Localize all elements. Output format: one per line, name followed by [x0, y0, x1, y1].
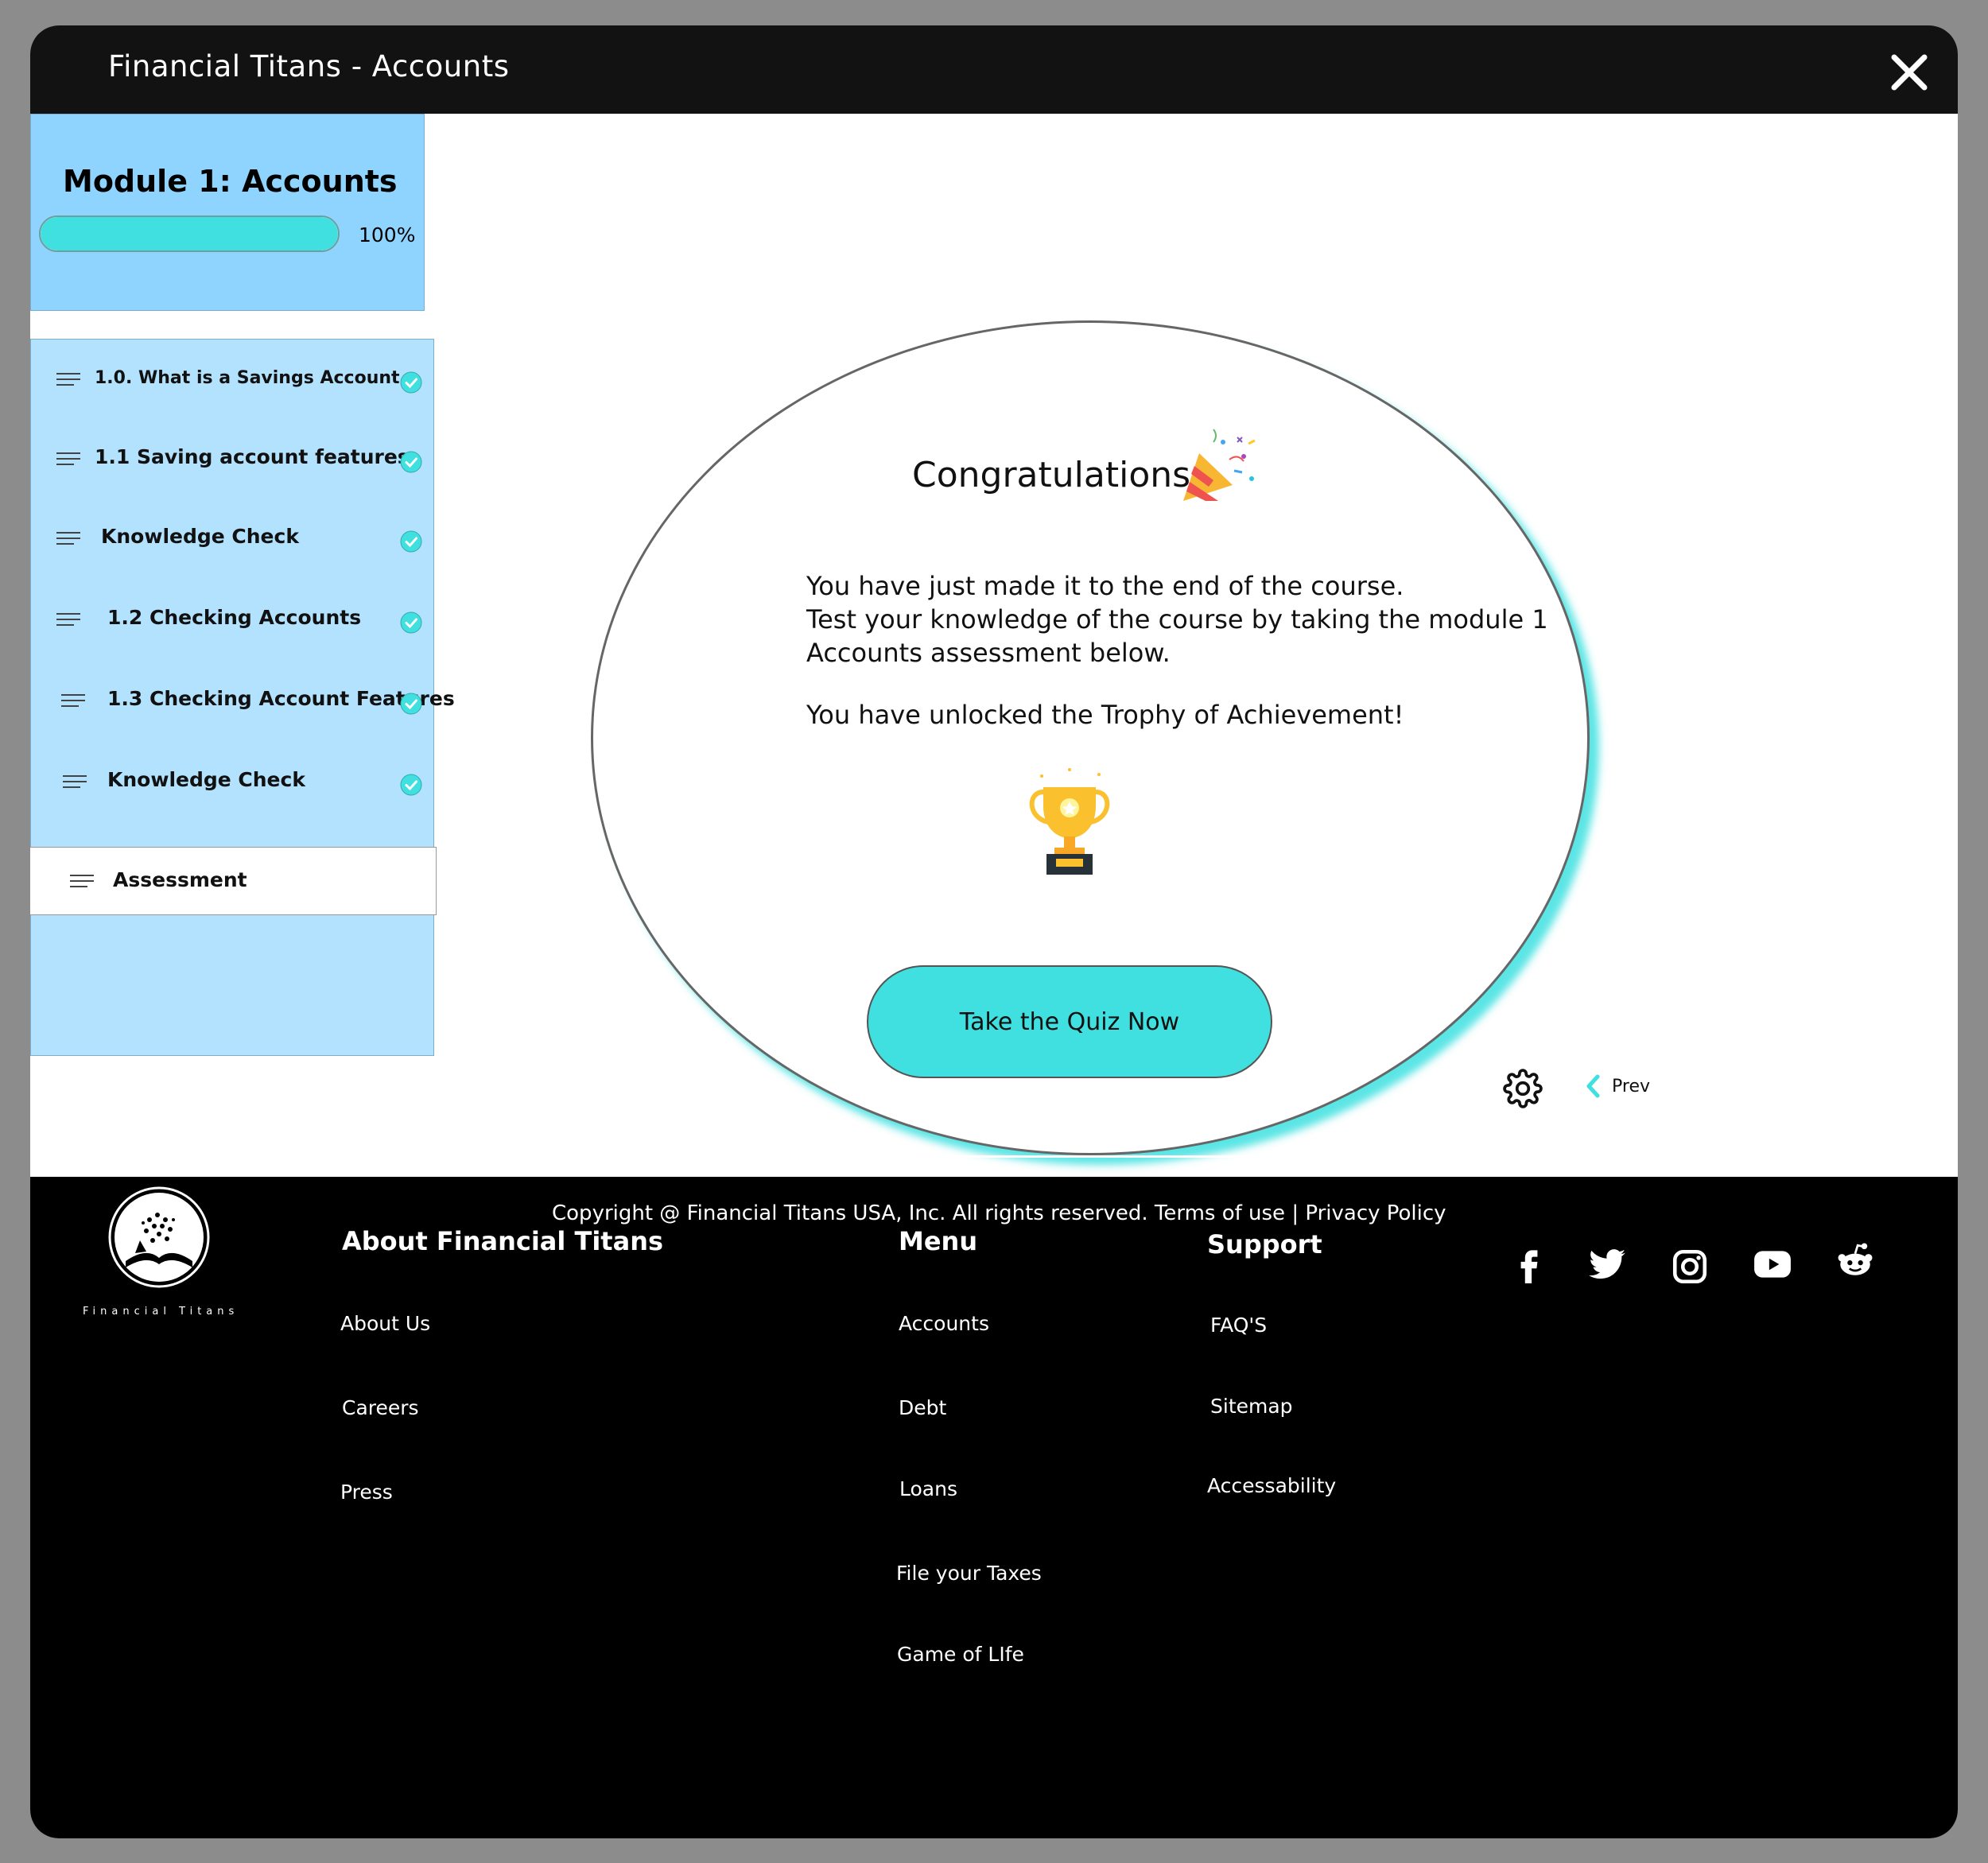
check-circle-icon: [400, 530, 422, 553]
lesson-lines-icon: [56, 532, 80, 545]
module-progress-fill: [41, 217, 338, 250]
support-heading: Support: [1207, 1229, 1322, 1259]
logo-text: Financial Titans: [83, 1306, 239, 1318]
lesson-item[interactable]: 1.2 Checking Accounts: [31, 596, 435, 643]
footer-link-about-us[interactable]: About Us: [340, 1312, 430, 1335]
check-circle-icon: [400, 693, 422, 715]
take-quiz-button[interactable]: Take the Quiz Now: [867, 965, 1272, 1078]
end-of-course-message: You have just made it to the end of the …: [806, 571, 1404, 601]
footer: Financial Titans About Financial Titans …: [30, 1177, 1958, 1838]
twitter-icon[interactable]: [1587, 1244, 1627, 1284]
lesson-lines-icon: [70, 875, 94, 887]
lesson-item[interactable]: 1.3 Checking Account Features: [31, 677, 455, 724]
title-bar: Financial Titans - Accounts: [30, 25, 1958, 114]
module-progress-label: 100%: [359, 223, 416, 246]
test-knowledge-message: Test your knowledge of the course by tak…: [806, 604, 1548, 635]
close-icon[interactable]: [1888, 51, 1931, 94]
footer-link-loans[interactable]: Loans: [899, 1477, 957, 1500]
footer-link-accessability[interactable]: Accessability: [1207, 1474, 1336, 1497]
window-title: Financial Titans - Accounts: [108, 49, 510, 83]
menu-heading: Menu: [899, 1226, 978, 1256]
lesson-label: Assessment: [113, 868, 247, 891]
footer-link-accounts[interactable]: Accounts: [899, 1312, 989, 1335]
assessment-message: Accounts assessment below.: [806, 638, 1171, 668]
lesson-item[interactable]: 1.1 Saving account features: [31, 435, 435, 483]
lesson-lines-icon: [63, 775, 87, 788]
copyright-separator: |: [1291, 1201, 1299, 1225]
footer-link-file-taxes[interactable]: File your Taxes: [896, 1562, 1042, 1585]
prev-button[interactable]: Prev: [1585, 1070, 1650, 1102]
about-heading: About Financial Titans: [342, 1226, 664, 1256]
lesson-label: Knowledge Check: [107, 768, 305, 791]
terms-link[interactable]: Terms of use: [1155, 1201, 1285, 1225]
app-window: Financial Titans - Accounts Module 1: Ac…: [30, 25, 1958, 1838]
lesson-label: Knowledge Check: [101, 525, 299, 548]
footer-link-press[interactable]: Press: [340, 1481, 393, 1504]
financial-titans-logo[interactable]: [107, 1185, 212, 1290]
lesson-item-active[interactable]: Assessment: [30, 847, 437, 915]
gear-icon[interactable]: [1503, 1069, 1543, 1108]
party-popper-icon: [1183, 429, 1256, 501]
lesson-item[interactable]: Knowledge Check: [31, 514, 435, 562]
module-card: Module 1: Accounts 100%: [30, 114, 425, 311]
check-circle-icon: [400, 371, 422, 394]
footer-link-sitemap[interactable]: Sitemap: [1210, 1395, 1293, 1418]
lesson-label: 1.0. What is a Savings Account: [95, 368, 400, 388]
lesson-label: 1.2 Checking Accounts: [107, 606, 362, 629]
trophy-unlock-message: You have unlocked the Trophy of Achievem…: [806, 700, 1404, 730]
chevron-left-icon: [1586, 1074, 1600, 1098]
footer-divider: [266, 1155, 1734, 1158]
lesson-item[interactable]: Knowledge Check: [31, 758, 435, 805]
youtube-icon[interactable]: [1753, 1244, 1792, 1284]
congratulations-heading: Congratulations: [912, 455, 1191, 495]
lesson-label: 1.1 Saving account features: [95, 445, 410, 468]
check-circle-icon: [400, 774, 422, 796]
lesson-item[interactable]: 1.0. What is a Savings Account: [31, 355, 435, 403]
footer-link-faqs[interactable]: FAQ'S: [1210, 1314, 1267, 1337]
trophy-icon: [1029, 768, 1110, 875]
lesson-lines-icon: [61, 694, 85, 707]
privacy-link[interactable]: Privacy Policy: [1305, 1201, 1446, 1225]
footer-link-careers[interactable]: Careers: [342, 1396, 419, 1419]
reddit-icon[interactable]: [1835, 1240, 1875, 1280]
copyright-text: Copyright @ Financial Titans USA, Inc. A…: [552, 1201, 1148, 1225]
facebook-icon[interactable]: [1509, 1244, 1549, 1283]
lesson-list: 1.0. What is a Savings Account 1.1 Savin…: [30, 339, 455, 1056]
instagram-icon[interactable]: [1670, 1247, 1710, 1287]
footer-link-debt[interactable]: Debt: [899, 1396, 946, 1419]
module-progress-bar: [39, 215, 340, 252]
check-circle-icon: [400, 611, 422, 634]
footer-link-game-of-life[interactable]: Game of LIfe: [897, 1643, 1024, 1666]
module-title: Module 1: Accounts: [63, 164, 398, 199]
copyright-line: Copyright @ Financial Titans USA, Inc. A…: [552, 1201, 1446, 1225]
lesson-lines-icon: [56, 373, 80, 386]
lesson-lines-icon: [56, 613, 80, 626]
prev-label: Prev: [1612, 1076, 1650, 1096]
check-circle-icon: [400, 451, 422, 473]
lesson-lines-icon: [56, 452, 80, 465]
